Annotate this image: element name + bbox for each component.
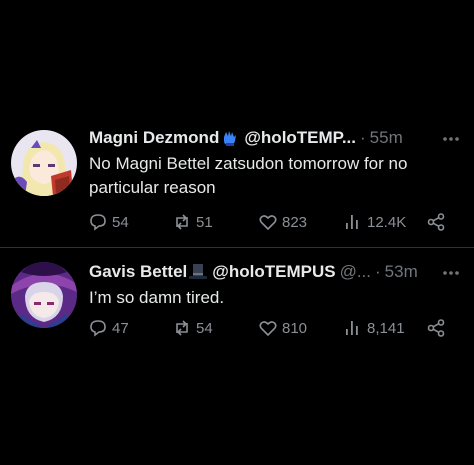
retweet-count: 51 <box>196 213 213 231</box>
reply-button[interactable]: 54 <box>88 212 129 232</box>
retweet-icon <box>172 212 192 232</box>
author-name[interactable]: Magni Dezmond <box>89 128 219 148</box>
tweet-actions: 47 54 810 8,141 <box>88 318 456 342</box>
retweet-count: 54 <box>196 319 213 337</box>
retweet-icon <box>172 318 192 338</box>
more-options-icon[interactable] <box>440 262 462 284</box>
tweet-time[interactable]: 55m <box>370 128 403 148</box>
more-options-icon[interactable] <box>440 128 462 150</box>
handle-overflow: @... <box>339 262 371 281</box>
top-hat-icon <box>188 262 208 282</box>
timeline-feed: Magni Dezmond @holoTEMP... · 55m No Magn… <box>0 0 474 465</box>
tweet-card[interactable]: Gavis Bettel @holoTEMPUS @... · 53m I’m … <box>0 252 474 370</box>
tweet-actions: 54 51 823 12.4K <box>88 212 456 236</box>
tweet-time[interactable]: 53m <box>385 262 418 282</box>
views-icon <box>343 212 363 232</box>
share-icon <box>426 318 446 338</box>
blue-glove-icon <box>220 128 240 148</box>
tweet-card[interactable]: Magni Dezmond @holoTEMP... · 55m No Magn… <box>0 122 474 246</box>
like-count: 823 <box>282 213 308 231</box>
like-count: 810 <box>282 319 308 337</box>
tweet-text: No Magni Bettel zatsudon tomorrow for no… <box>89 154 408 197</box>
retweet-button[interactable]: 51 <box>172 212 213 232</box>
share-button[interactable] <box>426 212 446 232</box>
reply-icon <box>88 212 108 232</box>
retweet-button[interactable]: 54 <box>172 318 213 338</box>
share-icon <box>426 212 446 232</box>
reply-count: 47 <box>112 319 129 337</box>
separator-dot: · <box>375 262 381 281</box>
like-button[interactable]: 810 <box>258 318 307 338</box>
tweet-header: Magni Dezmond @holoTEMP... · 55m <box>89 126 464 150</box>
author-handle[interactable]: @holoTEMPUS <box>212 262 335 282</box>
tweet-text: I’m so damn tired. <box>89 288 225 307</box>
views-count: 8,141 <box>367 319 405 337</box>
like-button[interactable]: 823 <box>258 212 307 232</box>
heart-icon <box>258 212 278 232</box>
views-count: 12.4K <box>367 213 407 231</box>
views-button[interactable]: 12.4K <box>343 212 406 232</box>
separator-dot: · <box>360 128 366 147</box>
views-button[interactable]: 8,141 <box>343 318 405 338</box>
reply-button[interactable]: 47 <box>88 318 129 338</box>
tweet-header: Gavis Bettel @holoTEMPUS @... · 53m <box>89 260 464 284</box>
avatar[interactable] <box>11 130 77 196</box>
author-handle[interactable]: @holoTEMP... <box>244 128 356 148</box>
heart-icon <box>258 318 278 338</box>
views-icon <box>343 318 363 338</box>
reply-count: 54 <box>112 213 129 231</box>
share-button[interactable] <box>426 318 446 338</box>
tweet-divider <box>0 247 474 248</box>
avatar[interactable] <box>11 262 77 328</box>
reply-icon <box>88 318 108 338</box>
author-name[interactable]: Gavis Bettel <box>89 262 187 282</box>
